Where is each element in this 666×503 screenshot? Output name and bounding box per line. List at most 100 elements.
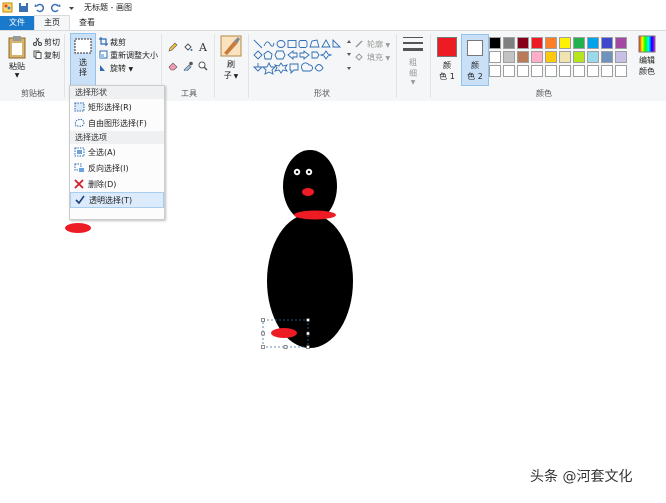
palette-swatch[interactable] (489, 65, 501, 77)
color2-label-line1: 颜 (462, 60, 488, 71)
five-point-star-shape-icon (263, 63, 275, 74)
menu-item-invert-selection[interactable]: 反向选择(I) (70, 160, 164, 176)
palette-swatch[interactable] (601, 51, 613, 63)
palette-swatch[interactable] (559, 37, 571, 49)
edit-colors-button[interactable]: 编辑 颜色 (630, 35, 664, 77)
palette-swatch[interactable] (531, 51, 543, 63)
right-triangle-shape-icon (333, 40, 340, 47)
select-all-icon (74, 147, 85, 157)
color2-button[interactable]: 颜 色 2 (461, 34, 489, 86)
palette-swatch[interactable] (615, 37, 627, 49)
palette-swatch[interactable] (587, 51, 599, 63)
eraser-icon[interactable] (168, 61, 178, 71)
tab-home[interactable]: 主页 (34, 15, 70, 30)
palette-swatch[interactable] (503, 65, 515, 77)
cut-button[interactable]: 剪切 (44, 37, 60, 48)
color1-swatch (437, 37, 457, 57)
tab-view[interactable]: 查看 (70, 16, 104, 30)
divider (248, 34, 249, 98)
chevron-down-icon: ▼ (386, 42, 391, 49)
quick-access-dropdown-icon[interactable] (66, 2, 77, 13)
select-button[interactable]: 选 择 (70, 33, 96, 87)
palette-swatch[interactable] (517, 51, 529, 63)
redo-icon[interactable] (50, 2, 61, 13)
brush-icon (220, 35, 242, 57)
palette-swatch[interactable] (573, 37, 585, 49)
menu-item-rectangular-selection[interactable]: 矩形选择(R) (70, 99, 164, 115)
ribbon-tabs: 文件 主页 查看 (0, 15, 666, 30)
tab-file[interactable]: 文件 (0, 16, 34, 30)
resize-icon (99, 50, 108, 59)
title-bar: 无标题 - 画图 (0, 0, 666, 15)
color2-label-line2: 色 2 (462, 71, 488, 82)
four-point-star-shape-icon (321, 51, 331, 59)
magnifier-icon[interactable] (198, 61, 208, 71)
menu-item-select-all[interactable]: 全选(A) (70, 144, 164, 160)
divider (214, 34, 215, 98)
shapes-group-label: 形状 (250, 88, 394, 99)
undo-icon[interactable] (34, 2, 45, 13)
delete-icon (74, 179, 84, 189)
invert-selection-icon (74, 163, 85, 173)
line-size-icon (402, 35, 424, 55)
outline-button[interactable]: 轮廓 ▼ (367, 39, 390, 50)
pencil-icon[interactable] (168, 42, 178, 52)
palette-swatch[interactable] (531, 65, 543, 77)
rotate-button[interactable]: 旋转 ▼ (110, 63, 133, 74)
brush-button[interactable]: 刷 子 ▼ (218, 35, 244, 81)
palette-swatch[interactable] (601, 37, 613, 49)
fill-bucket-icon[interactable] (183, 42, 193, 52)
diamond-shape-icon (254, 51, 262, 59)
fill-button[interactable]: 填充 ▼ (367, 52, 390, 63)
palette-swatch[interactable] (489, 51, 501, 63)
palette-swatch[interactable] (489, 37, 501, 49)
select-label-line2: 择 (71, 68, 95, 78)
palette-swatch[interactable] (517, 37, 529, 49)
palette-swatch[interactable] (531, 37, 543, 49)
palette-swatch[interactable] (559, 51, 571, 63)
palette-swatch[interactable] (503, 51, 515, 63)
menu-header-selection-options: 选择选项 (70, 131, 164, 144)
palette-swatch[interactable] (503, 37, 515, 49)
polygon-shape-icon (310, 40, 319, 47)
palette-swatch[interactable] (545, 65, 557, 77)
freeform-select-icon (74, 118, 85, 128)
shapes-gallery[interactable] (253, 39, 347, 75)
select-dropdown-menu: 选择形状 矩形选择(R) 自由图形选择(F) 选择选项 全选(A) 反向选择(I… (69, 85, 165, 220)
chevron-down-icon: ▼ (129, 66, 134, 73)
chevron-down-icon: ▼ (386, 55, 391, 62)
palette-swatch[interactable] (615, 51, 627, 63)
color-picker-icon[interactable] (183, 61, 193, 71)
menu-item-freeform-selection[interactable]: 自由图形选择(F) (70, 115, 164, 131)
resize-button[interactable]: 重新调整大小 (110, 50, 158, 61)
chevron-down-icon: ▼ (232, 73, 239, 80)
palette-swatch[interactable] (587, 65, 599, 77)
palette-swatch[interactable] (587, 37, 599, 49)
paste-button[interactable]: 粘贴 ▼ (4, 35, 30, 79)
palette-swatch[interactable] (545, 37, 557, 49)
palette-swatch[interactable] (517, 65, 529, 77)
menu-item-delete[interactable]: 删除(D) (70, 176, 164, 192)
color1-button[interactable]: 颜 色 1 (434, 35, 460, 82)
palette-swatch[interactable] (615, 65, 627, 77)
outline-icon (355, 39, 364, 48)
line-shape-icon (254, 40, 262, 48)
penguin-beak (302, 188, 314, 196)
menu-item-transparent-selection[interactable]: 透明选择(T) (70, 192, 164, 208)
triangle-shape-icon (322, 40, 330, 47)
crop-button[interactable]: 裁剪 (110, 37, 126, 48)
save-icon[interactable] (18, 2, 29, 13)
palette-swatch[interactable] (601, 65, 613, 77)
brush-label-line2: 子 ▼ (218, 70, 244, 81)
shapes-scroll-icon[interactable] (346, 39, 352, 75)
copy-button[interactable]: 复制 (44, 50, 60, 61)
rounded-rectangle-shape-icon (299, 41, 307, 48)
rounded-callout-shape-icon (290, 64, 298, 73)
text-tool-icon[interactable]: A (198, 41, 209, 52)
palette-swatch[interactable] (545, 51, 557, 63)
fill-icon (355, 52, 364, 61)
palette-swatch[interactable] (559, 65, 571, 77)
palette-swatch[interactable] (573, 51, 585, 63)
palette-swatch[interactable] (573, 65, 585, 77)
size-button[interactable]: 粗 细 ▼ (400, 35, 426, 86)
